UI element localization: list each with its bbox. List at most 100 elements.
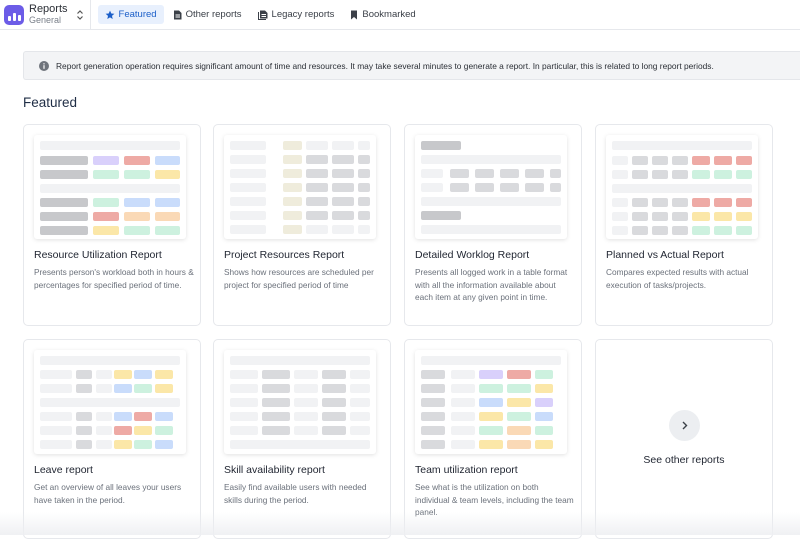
section-title: Featured (23, 95, 78, 110)
tab-bookmarked[interactable]: Bookmarked (343, 5, 422, 24)
skeleton-bar (40, 198, 88, 207)
skeleton-bar (262, 370, 290, 379)
skeleton-bar (40, 226, 88, 235)
see-other-reports-button[interactable] (669, 410, 700, 441)
card-title: Planned vs Actual Report (606, 249, 724, 261)
skeleton-bar (155, 412, 173, 421)
report-card-resource-utilization[interactable]: Resource Utilization Report Presents per… (23, 124, 201, 326)
skeleton-bar (283, 183, 302, 192)
card-title: Skill availability report (224, 464, 325, 476)
info-banner-text: Report generation operation requires sig… (56, 60, 714, 71)
skeleton-bar (421, 370, 445, 379)
skeleton-bar (96, 370, 112, 379)
skeleton-bar (358, 155, 370, 164)
see-other-reports-card[interactable]: See other reports (595, 339, 773, 539)
skeleton-bar (114, 384, 132, 393)
skeleton-bar (155, 426, 173, 435)
tab-bookmarked-label: Bookmarked (362, 9, 416, 20)
skeleton-bar (96, 412, 112, 421)
skeleton-bar (350, 370, 370, 379)
skeleton-bar (507, 370, 531, 379)
skeleton-bar (322, 398, 346, 407)
skeleton-bar (421, 384, 445, 393)
report-card-planned-vs-actual[interactable]: Planned vs Actual Report Compares expect… (595, 124, 773, 326)
skeleton-bar (450, 183, 469, 192)
skeleton-bar (134, 440, 152, 449)
report-card-team-utilization[interactable]: Team utilization report See what is the … (404, 339, 582, 539)
skeleton-bar (322, 412, 346, 421)
skeleton-bar (652, 198, 668, 207)
card-description: Compares expected results with actual ex… (606, 267, 749, 290)
card-description: Get an overview of all leaves your users… (34, 482, 182, 505)
skeleton-bar (421, 225, 561, 234)
skeleton-bar (40, 398, 180, 407)
app-switcher[interactable]: Reports General (0, 0, 90, 30)
skeleton-bar (421, 141, 461, 150)
card-description: Presents person's workload both in hours… (34, 267, 194, 290)
reports-app-icon (4, 4, 24, 25)
tab-other-reports[interactable]: Other reports (166, 5, 249, 24)
app-subtitle: General (29, 14, 62, 25)
skeleton-bar (294, 398, 318, 407)
report-card-leave[interactable]: Leave report Get an overview of all leav… (23, 339, 201, 539)
skeleton-bar (507, 398, 531, 407)
skeleton-bar (350, 398, 370, 407)
skeleton-bar (672, 212, 688, 221)
skeleton-bar (230, 169, 266, 178)
skeleton-bar (479, 426, 503, 435)
skeleton-bar (736, 170, 752, 179)
skeleton-bar (451, 384, 475, 393)
skeleton-bar (525, 183, 544, 192)
skeleton-bar (155, 156, 180, 165)
chevron-up-down-icon[interactable] (76, 9, 84, 21)
skeleton-bar (451, 426, 475, 435)
skeleton-bar (632, 156, 648, 165)
skeleton-bar (736, 212, 752, 221)
skeleton-bar (451, 412, 475, 421)
skeleton-bar (714, 170, 732, 179)
card-title: Detailed Worklog Report (415, 249, 530, 261)
skeleton-bar (155, 170, 180, 179)
skeleton-bar (93, 212, 119, 221)
skeleton-bar (332, 169, 354, 178)
skeleton-bar (692, 170, 710, 179)
report-preview-thumbnail (606, 135, 758, 239)
skeleton-bar (76, 440, 92, 449)
skeleton-bar (535, 384, 553, 393)
skeleton-bar (632, 198, 648, 207)
skeleton-bar (40, 212, 88, 221)
skeleton-bar (306, 211, 328, 220)
skeleton-bar (40, 356, 180, 365)
skeleton-bar (612, 184, 752, 193)
document-stack-icon (257, 10, 268, 20)
skeleton-bar (230, 356, 370, 365)
skeleton-bar (672, 226, 688, 235)
skeleton-bar (96, 440, 112, 449)
skeleton-bar (479, 398, 503, 407)
skeleton-bar (332, 183, 354, 192)
skeleton-bar (76, 412, 92, 421)
skeleton-bar (134, 384, 152, 393)
skeleton-bar (306, 225, 328, 234)
skeleton-bar (358, 225, 370, 234)
skeleton-bar (332, 197, 354, 206)
report-card-project-resources[interactable]: Project Resources Report Shows how resou… (213, 124, 391, 326)
skeleton-bar (358, 169, 370, 178)
tab-featured[interactable]: Featured (97, 5, 164, 24)
skeleton-bar (421, 426, 445, 435)
skeleton-bar (451, 440, 475, 449)
report-card-skill-availability[interactable]: Skill availability report Easily find av… (213, 339, 391, 539)
card-description: Easily find available users with needed … (224, 482, 367, 505)
skeleton-bar (40, 384, 72, 393)
skeleton-bar (294, 426, 318, 435)
card-description: Presents all logged work in a table form… (415, 267, 568, 302)
skeleton-bar (479, 440, 503, 449)
tab-legacy-reports[interactable]: Legacy reports (251, 5, 342, 24)
skeleton-bar (692, 212, 710, 221)
skeleton-bar (358, 197, 370, 206)
skeleton-bar (230, 155, 266, 164)
skeleton-bar (736, 156, 752, 165)
skeleton-bar (358, 141, 370, 150)
skeleton-bar (612, 156, 628, 165)
report-card-detailed-worklog[interactable]: Detailed Worklog Report Presents all log… (404, 124, 582, 326)
